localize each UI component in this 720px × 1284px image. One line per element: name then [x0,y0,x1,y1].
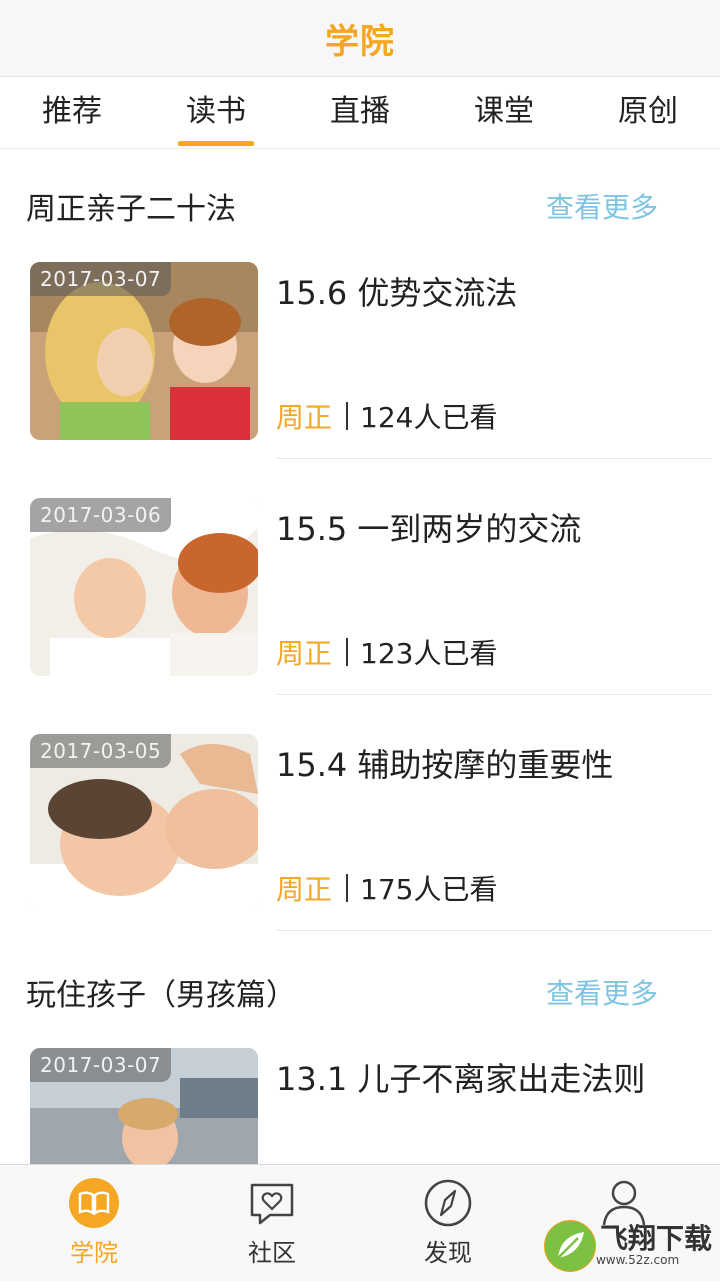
date-badge: 2017-03-07 [30,1048,172,1082]
date-badge: 2017-03-05 [30,734,172,768]
section-header: 周正亲子二十法 查看更多 [0,176,720,236]
nav-label: 发现 [424,1239,472,1267]
app-header: 学院 [0,0,720,77]
divider [276,458,712,459]
section-title: 周正亲子二十法 [26,192,236,227]
view-more-link[interactable]: 查看更多 [546,186,658,226]
book-icon [68,1177,120,1229]
section-title: 玩住孩子（男孩篇） [26,978,296,1013]
divider [276,694,712,695]
tab-original[interactable]: 原创 [588,78,708,148]
item-meta: 周正 123人已看 [276,632,497,672]
separator [346,638,349,666]
tab-recommend[interactable]: 推荐 [12,78,132,148]
item-title[interactable]: 15.4 辅助按摩的重要性 [276,740,613,786]
tab-live[interactable]: 直播 [300,78,420,148]
divider [276,930,712,931]
item-title[interactable]: 15.5 一到两岁的交流 [276,504,581,550]
leaf-logo-icon [543,1220,596,1272]
video-thumbnail[interactable]: 2017-03-06 [30,498,258,676]
view-count: 124人已看 [360,401,498,434]
video-thumbnail[interactable]: 2017-03-05 [30,734,258,912]
list-item[interactable]: 2017-03-07 15.6 优势交流法 周正 124人已看 [0,262,720,498]
page-title: 学院 [325,21,395,62]
list-item[interactable]: 2017-03-05 15.4 辅助按摩的重要性 周正 175人已看 [0,734,720,970]
author-name: 周正 [276,637,333,670]
list-item[interactable]: 2017-03-06 15.5 一到两岁的交流 周正 123人已看 [0,498,720,734]
view-count: 175人已看 [360,873,498,906]
item-title[interactable]: 13.1 儿子不离家出走法则 [276,1054,645,1100]
item-meta: 周正 124人已看 [276,396,497,436]
view-more-link[interactable]: 查看更多 [546,972,658,1012]
site-watermark: 飞翔下载 www.52z.com [543,1218,712,1274]
nav-academy[interactable]: 学院 [34,1175,154,1275]
tab-reading[interactable]: 读书 [156,78,276,148]
date-badge: 2017-03-07 [30,262,172,296]
nav-discover[interactable]: 发现 [388,1175,508,1275]
video-thumbnail[interactable]: 2017-03-07 [30,262,258,440]
nav-label: 学院 [70,1239,118,1267]
separator [346,402,349,430]
category-tabs: 推荐 读书 直播 课堂 原创 [0,78,720,149]
separator [346,874,349,902]
view-count: 123人已看 [360,637,498,670]
compass-icon [422,1177,474,1229]
item-title[interactable]: 15.6 优势交流法 [276,268,517,314]
watermark-url: www.52z.com [595,1253,680,1267]
author-name: 周正 [276,401,333,434]
item-meta: 周正 175人已看 [276,868,497,908]
date-badge: 2017-03-06 [30,498,172,532]
nav-label: 社区 [248,1239,296,1267]
tab-classroom[interactable]: 课堂 [444,78,564,148]
section-header: 玩住孩子（男孩篇） 查看更多 [0,962,720,1022]
nav-community[interactable]: 社区 [212,1175,332,1275]
heart-chat-icon [246,1177,298,1229]
watermark-text: 飞翔下载 [599,1222,712,1255]
author-name: 周正 [276,873,333,906]
